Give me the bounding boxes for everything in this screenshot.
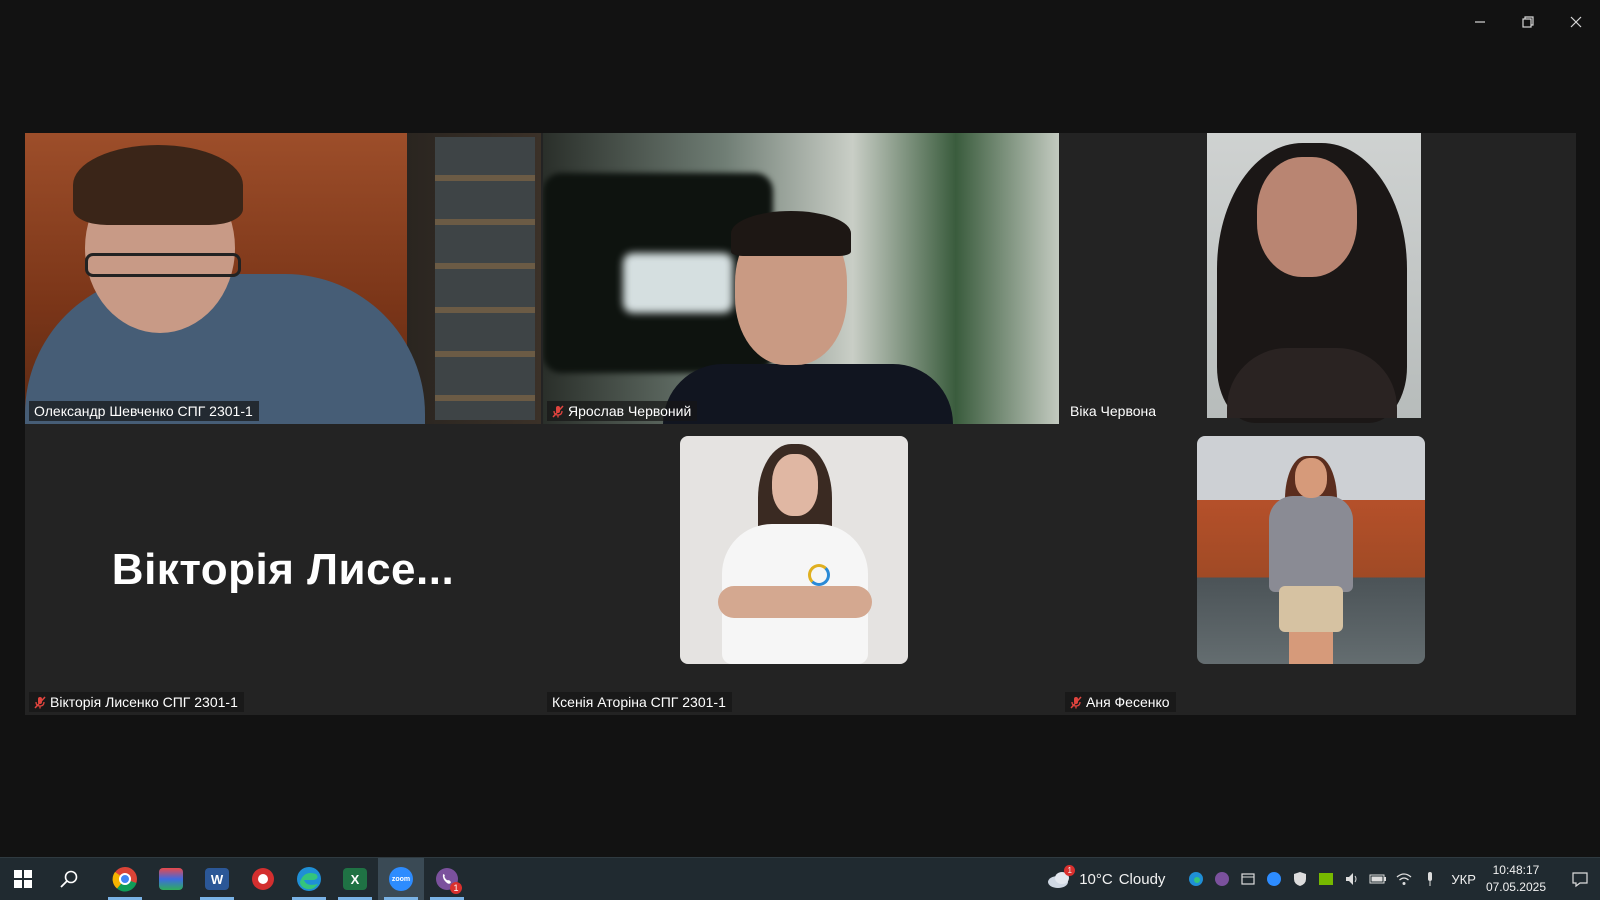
viber-icon [1215,872,1230,886]
start-button[interactable] [0,858,46,900]
language-indicator[interactable]: УКР [1451,872,1476,887]
weather-temp: 10°C [1079,870,1113,888]
taskbar-app-viber[interactable]: 1 [424,858,470,900]
clock-time: 10:48:17 [1492,863,1540,877]
search-icon [60,870,78,888]
notification-center-button[interactable] [1560,858,1600,900]
taskbar: W X zoom 1 1 10°C Cloudy УКР 10:48:17 07… [0,857,1600,900]
participant-tile[interactable]: Ксенія Аторіна СПГ 2301-1 [543,424,1059,715]
tray-volume[interactable] [1341,868,1363,890]
notification-icon [1572,872,1588,888]
tray-edge[interactable] [1185,868,1207,890]
clock-date: 07.05.2025 [1485,880,1546,894]
participant-name-label: Вікторія Лисенко СПГ 2301-1 [29,692,244,712]
microphone-muted-icon [552,404,564,418]
system-tray: 1 10°C Cloudy УКР 10:48:17 07.05.2025 [1047,858,1600,900]
wifi-icon [1396,873,1412,885]
minimize-icon [1475,21,1485,23]
microphone-icon [1428,872,1433,886]
participant-tile[interactable]: Віка Червона [1061,133,1576,424]
participant-name-label: Віка Червона [1065,401,1162,421]
zoom-icon [1267,872,1282,886]
restore-icon [1522,16,1534,28]
participant-name-label: Ярослав Червоний [547,401,698,421]
tray-security[interactable] [1289,868,1311,890]
windows-logo-icon [14,870,32,888]
participant-name-label: Олександр Шевченко СПГ 2301-1 [29,401,259,421]
tray-app[interactable] [1237,868,1259,890]
microphone-muted-icon [1070,695,1082,709]
taskbar-app-excel[interactable]: X [332,858,378,900]
participant-avatar [1197,436,1425,664]
participant-video [1207,133,1421,423]
participant-name: Ксенія Аторіна СПГ 2301-1 [552,694,726,710]
close-icon [1570,16,1582,28]
taskbar-app[interactable] [240,858,286,900]
participant-name: Олександр Шевченко СПГ 2301-1 [34,403,253,419]
clock[interactable]: 10:48:17 07.05.2025 [1486,862,1546,896]
participant-video [543,133,1059,424]
chrome-icon [112,867,137,892]
window-controls [1456,0,1600,44]
tray-zoom[interactable] [1263,868,1285,890]
participant-tile[interactable]: Ярослав Червоний [543,133,1059,424]
participant-avatar-name: Вікторія Лисе... [111,544,455,594]
word-icon: W [205,868,229,890]
weather-widget[interactable]: 1 10°C Cloudy [1047,865,1166,888]
participant-video [25,133,541,424]
participant-tile[interactable]: Олександр Шевченко СПГ 2301-1 [25,133,541,424]
tray-nvidia[interactable] [1315,868,1337,890]
excel-icon: X [343,868,367,890]
participant-name-label: Аня Фесенко [1065,692,1176,712]
app-tile-icon [159,868,183,890]
taskbar-app-edge[interactable] [286,858,332,900]
weather-condition: Cloudy [1118,870,1166,888]
taskbar-app-chrome[interactable] [102,858,148,900]
taskbar-app-word[interactable]: W [194,858,240,900]
cloud-icon: 1 [1047,865,1076,888]
tray-wifi[interactable] [1393,868,1415,890]
tray-battery[interactable] [1367,868,1389,890]
taskbar-app[interactable] [148,858,194,900]
microphone-muted-icon [34,695,46,709]
window-icon [1241,873,1256,885]
video-gallery: Олександр Шевченко СПГ 2301-1 Ярослав Че… [25,133,1576,715]
participant-name: Вікторія Лисенко СПГ 2301-1 [50,694,238,710]
taskbar-app-zoom[interactable]: zoom [378,858,424,900]
restore-button[interactable] [1504,0,1552,44]
search-button[interactable] [46,858,92,900]
participant-name: Аня Фесенко [1086,694,1170,710]
tray-viber[interactable] [1211,868,1233,890]
close-button[interactable] [1552,0,1600,44]
nvidia-icon [1319,873,1334,885]
volume-icon [1346,873,1357,885]
edge-icon [1189,872,1204,886]
edge-icon [297,867,321,891]
participant-avatar [680,436,908,664]
participant-name-label: Ксенія Аторіна СПГ 2301-1 [547,692,732,712]
tray-microphone[interactable] [1419,868,1441,890]
participant-tile[interactable]: Вікторія Лисе... Вікторія Лисенко СПГ 23… [25,424,541,715]
minimize-button[interactable] [1456,0,1504,44]
battery-icon [1369,874,1387,884]
notification-badge: 1 [450,882,462,894]
participant-name: Ярослав Червоний [568,403,692,419]
participant-tile[interactable]: Аня Фесенко [1061,424,1576,715]
shield-icon [1294,872,1307,886]
weather-badge: 1 [1064,865,1076,876]
participant-name: Віка Червона [1070,403,1157,419]
zoom-icon: zoom [389,867,413,891]
red-app-icon [252,868,274,890]
